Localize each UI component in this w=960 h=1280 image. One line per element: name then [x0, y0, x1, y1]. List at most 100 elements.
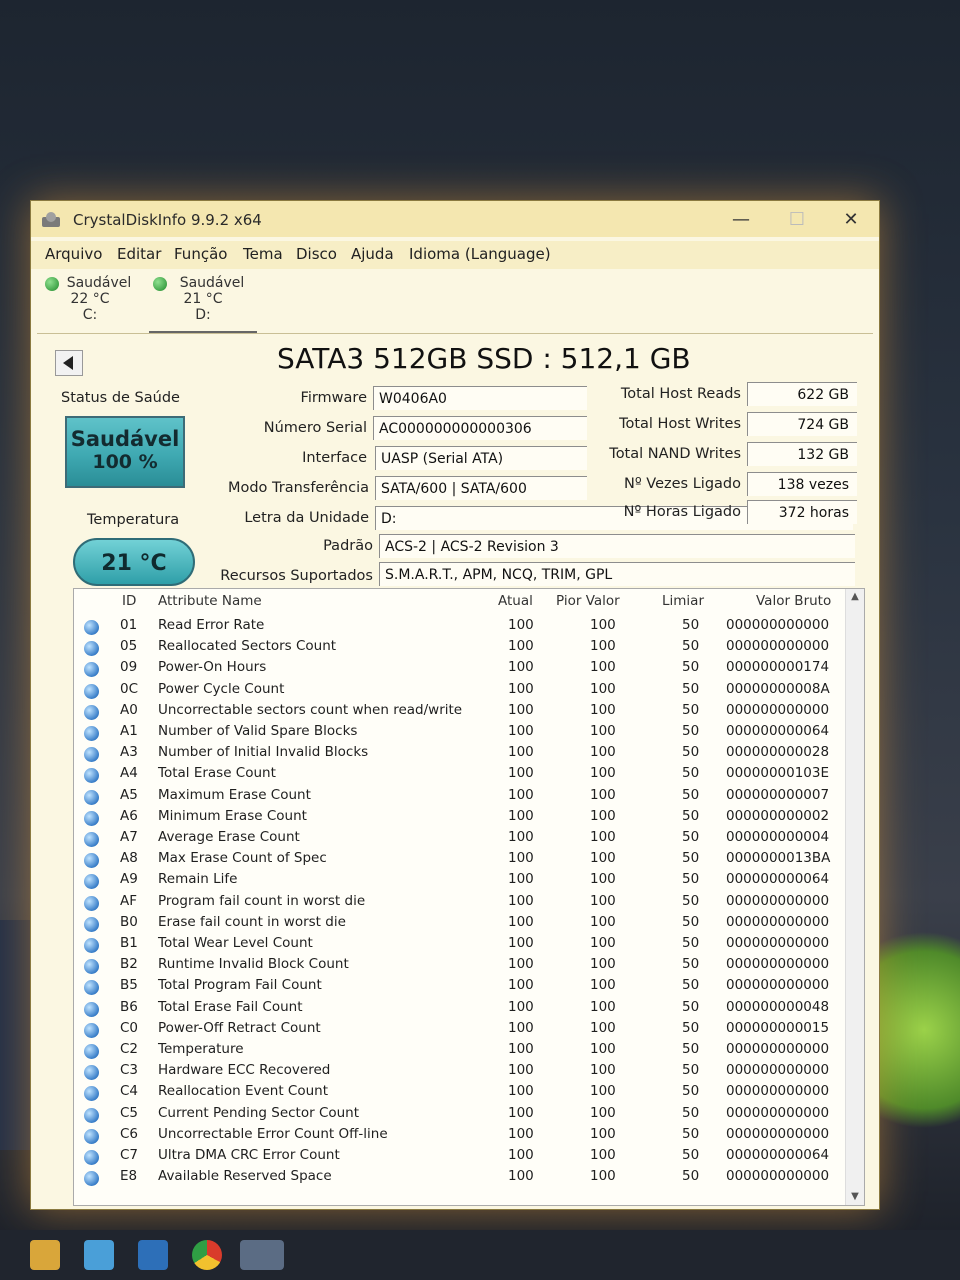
attribute-threshold: 50	[682, 1062, 700, 1079]
previous-disk-button[interactable]	[55, 350, 83, 376]
attribute-worst: 100	[590, 723, 616, 739]
attribute-raw: 000000000000	[726, 892, 830, 909]
health-status-button[interactable]: Saudável 100 %	[65, 416, 185, 488]
attribute-name: Ultra DMA CRC Error Count	[158, 1147, 340, 1163]
table-row[interactable]: B6 Total Erase Fail Count 100 100 50 00000000…	[74, 999, 834, 1020]
features-field: S.M.A.R.T., APM, NCQ, TRIM, GPL	[379, 562, 855, 586]
attribute-raw: 000000000028	[726, 744, 830, 761]
table-row[interactable]: A7 Average Erase Count 100 100 50 00000000000…	[74, 829, 834, 850]
attribute-id: A4	[120, 765, 138, 782]
mail-icon[interactable]	[138, 1240, 168, 1270]
status-dot-icon	[84, 938, 99, 953]
attribute-threshold: 50	[682, 659, 700, 676]
table-row[interactable]: E8 Available Reserved Space 100 100 50 000000…	[74, 1168, 834, 1189]
app-icon	[42, 212, 60, 227]
scroll-up-icon[interactable]: ▲	[849, 591, 861, 603]
table-row[interactable]: C7 Ultra DMA CRC Error Count 100 100 50 00000…	[74, 1147, 834, 1168]
attribute-threshold: 50	[682, 998, 700, 1015]
table-row[interactable]: 0C Power Cycle Count 100 100 50 00000000008A	[74, 681, 834, 702]
power-count-label: Nº Vezes Ligado	[624, 476, 741, 492]
attribute-threshold: 50	[682, 956, 700, 973]
menu-ajuda[interactable]: Ajuda	[351, 245, 394, 263]
attribute-raw: 0000000013BA	[726, 850, 831, 867]
table-row[interactable]: A3 Number of Initial Invalid Blocks 100 100…	[74, 744, 834, 765]
attribute-id: A6	[120, 807, 138, 824]
menu-funcao[interactable]: Função	[174, 245, 227, 263]
menu-arquivo[interactable]: Arquivo	[45, 245, 102, 263]
temperature-value: 21 °C	[73, 538, 195, 586]
attribute-threshold: 50	[682, 617, 700, 633]
table-row[interactable]: C6 Uncorrectable Error Count Off-line 100 1…	[74, 1126, 834, 1147]
smart-attributes-table[interactable]: ID Attribute Name Atual Pior Valor Limia…	[73, 588, 865, 1206]
scroll-down-icon[interactable]: ▼	[849, 1191, 861, 1203]
menu-disco[interactable]: Disco	[296, 245, 337, 263]
table-scrollbar[interactable]: ▲ ▼	[845, 589, 864, 1205]
attribute-worst: 100	[590, 977, 616, 994]
attribute-worst: 100	[590, 1125, 616, 1142]
table-row[interactable]: C3 Hardware ECC Recovered 100 100 50 00000000…	[74, 1062, 834, 1083]
close-button[interactable]: ✕	[833, 207, 869, 233]
attribute-name: Program fail count in worst die	[158, 892, 366, 909]
table-row[interactable]: C0 Power-Off Retract Count 100 100 50 0000000…	[74, 1020, 834, 1041]
attribute-name: Temperature	[158, 1041, 244, 1057]
attribute-threshold: 50	[682, 1125, 700, 1142]
table-row[interactable]: B0 Erase fail count in worst die 100 100 50 0…	[74, 914, 834, 935]
attribute-name: Number of Initial Invalid Blocks	[158, 744, 369, 761]
table-row[interactable]: A5 Maximum Erase Count 100 100 50 00000000000…	[74, 787, 834, 808]
table-row[interactable]: B2 Runtime Invalid Block Count 100 100 50 000…	[74, 956, 834, 977]
menu-idioma[interactable]: Idioma (Language)	[409, 245, 551, 263]
drive-tab-c[interactable]: Saudável 22 °C C:	[41, 273, 139, 331]
maximize-button[interactable]: ☐	[779, 207, 815, 233]
attribute-id: A3	[120, 744, 138, 761]
table-row[interactable]: B1 Total Wear Level Count 100 100 50 00000000…	[74, 935, 834, 956]
attribute-name: Number of Valid Spare Blocks	[158, 723, 358, 739]
attribute-name: Reallocation Event Count	[158, 1083, 329, 1100]
app-icon[interactable]	[240, 1240, 284, 1270]
attribute-name: Uncorrectable sectors count when read/wr…	[158, 701, 463, 718]
column-header-threshold[interactable]: Limiar	[662, 593, 704, 609]
menu-editar[interactable]: Editar	[117, 245, 161, 263]
status-dot-icon	[84, 1044, 99, 1059]
table-row[interactable]: A9 Remain Life 100 100 50 000000000064	[74, 871, 834, 892]
drive-tab-d[interactable]: Saudável 21 °C D:	[149, 273, 257, 334]
column-header-worst[interactable]: Pior Valor	[556, 593, 620, 609]
attribute-current: 100	[508, 1019, 534, 1036]
health-status: Saudável	[70, 427, 180, 451]
column-header-current[interactable]: Atual	[498, 593, 533, 609]
table-row[interactable]: AF Program fail count in worst die 100 100 5…	[74, 893, 834, 914]
status-dot-icon	[84, 895, 99, 911]
table-row[interactable]: B5 Total Program Fail Count 100 100 50 000000…	[74, 977, 834, 998]
attribute-raw: 000000000000	[726, 1083, 830, 1100]
attribute-raw: 000000000000	[726, 956, 830, 973]
attribute-name: Total Erase Fail Count	[158, 998, 303, 1015]
attribute-worst: 100	[590, 638, 616, 655]
attribute-id: E8	[120, 1168, 138, 1185]
attribute-current: 100	[508, 829, 534, 845]
column-header-id[interactable]: ID	[122, 593, 136, 609]
table-row[interactable]: C2 Temperature 100 100 50 000000000000	[74, 1041, 834, 1062]
table-row[interactable]: C5 Current Pending Sector Count 100 100 50 00…	[74, 1105, 834, 1126]
table-row[interactable]: 01 Read Error Rate 100 100 50 000000000000	[74, 617, 834, 638]
status-dot-icon	[84, 1171, 99, 1187]
column-header-attribute-name[interactable]: Attribute Name	[158, 593, 262, 609]
table-row[interactable]: A0 Uncorrectable sectors count when read/…	[74, 702, 834, 723]
minimize-button[interactable]: —	[723, 207, 759, 233]
table-row[interactable]: 05 Reallocated Sectors Count 100 100 50 00000…	[74, 638, 834, 659]
table-row[interactable]: A8 Max Erase Count of Spec 100 100 50 0000000…	[74, 850, 834, 871]
table-row[interactable]: 09 Power-On Hours 100 100 50 000000000174	[74, 659, 834, 680]
folder-icon[interactable]	[30, 1240, 60, 1270]
attribute-current: 100	[508, 850, 534, 867]
menu-tema[interactable]: Tema	[243, 245, 283, 263]
table-row[interactable]: A6 Minimum Erase Count 100 100 50 00000000000…	[74, 808, 834, 829]
title-bar[interactable]: CrystalDiskInfo 9.9.2 x64 — ☐ ✕	[31, 201, 879, 237]
table-row[interactable]: A4 Total Erase Count 100 100 50 00000000103E	[74, 765, 834, 786]
table-row[interactable]: A1 Number of Valid Spare Blocks 100 100 50 00…	[74, 723, 834, 744]
column-header-raw[interactable]: Valor Bruto	[756, 593, 831, 609]
chrome-icon[interactable]	[192, 1240, 222, 1270]
attribute-name: Total Erase Count	[158, 765, 276, 782]
table-row[interactable]: C4 Reallocation Event Count 100 100 50 000000…	[74, 1083, 834, 1104]
interface-field: UASP (Serial ATA)	[375, 446, 587, 470]
store-icon[interactable]	[84, 1240, 114, 1270]
attribute-id: A1	[120, 723, 138, 739]
attribute-id: AF	[120, 892, 138, 909]
